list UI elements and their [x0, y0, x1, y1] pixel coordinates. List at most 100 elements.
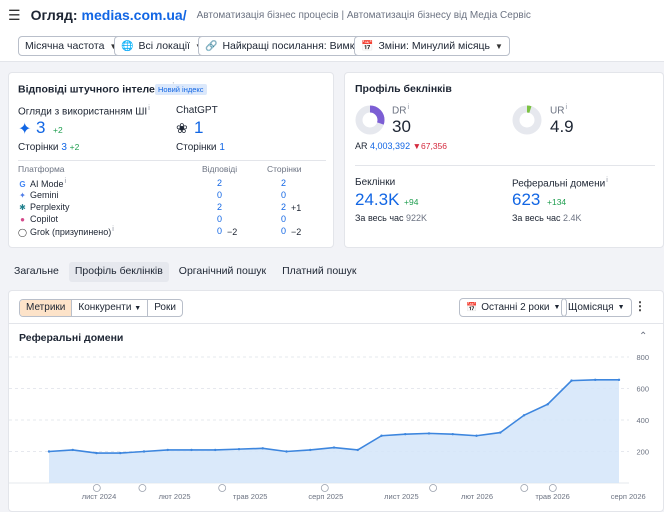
segment-metrics[interactable]: Метрики — [20, 300, 73, 316]
chatgpt-pages: Сторінки 1 — [176, 142, 225, 153]
chatgpt-pages-value[interactable]: 1 — [219, 142, 225, 153]
refdomains-value[interactable]: 623 — [512, 190, 540, 210]
pages-value[interactable]: 0 — [281, 214, 286, 224]
chevron-down-icon: ▼ — [134, 305, 142, 312]
domain-link[interactable]: medias.com.ua/ — [82, 7, 187, 23]
ai-overview-pages-label: Сторінки — [18, 142, 59, 153]
ai-overview-label-text: Огляди з використанням ШІ — [18, 106, 148, 118]
locations-dropdown[interactable]: 🌐Всі локації▼ — [114, 36, 210, 56]
menu-icon[interactable]: ☰ — [8, 7, 21, 24]
page-subtitle: Автоматизація бізнес процесів | Автомати… — [196, 9, 531, 21]
tab-organic-search[interactable]: Органічний пошук — [173, 262, 272, 282]
y-tick-label: 800 — [636, 353, 649, 362]
ai-overview-pages-value[interactable]: 3 — [61, 142, 67, 153]
data-point — [356, 448, 359, 452]
answers-value[interactable]: 2 — [217, 178, 222, 188]
series-area — [49, 379, 619, 483]
ai-overview-value[interactable]: 3 — [36, 118, 45, 138]
ai-card-title-text: Відповіді штучного інтелекту — [18, 83, 172, 96]
platform-row: ✱ Perplexity — [18, 202, 70, 212]
platform-row: ◯ Grok (призупинено)i — [18, 226, 114, 237]
calendar-icon: 📅 — [361, 40, 374, 52]
x-tick-label: лют 2025 — [159, 492, 191, 501]
data-point — [617, 378, 621, 382]
info-icon[interactable]: i — [606, 177, 608, 184]
changes-dropdown[interactable]: 📅 Зміни: Минулий місяць ▼ — [354, 36, 510, 56]
pages-value[interactable]: 0 — [281, 190, 286, 200]
chatgpt-value[interactable]: 1 — [194, 118, 203, 138]
backlinks-alltime: За весь час 922K — [355, 213, 427, 223]
x-tick-label: трав 2025 — [233, 492, 268, 501]
ur-label-text: UR — [550, 105, 565, 117]
pages-value[interactable]: 2 — [281, 178, 286, 188]
segment-years[interactable]: Роки — [148, 300, 182, 316]
event-marker-icon — [320, 484, 329, 492]
collapse-icon[interactable]: ⌃ — [639, 331, 647, 342]
platform-name: Copilot — [30, 214, 59, 224]
backlink-profile-card: Профіль беклінків DRi 30 URi 4.9 AR 4,00… — [344, 72, 664, 248]
tab-paid-search[interactable]: Платний пошук — [276, 262, 362, 282]
refdomains-alltime: За весь час 2.4K — [512, 213, 582, 223]
data-point — [261, 447, 264, 450]
ai-overview-delta: +2 — [53, 125, 63, 135]
new-index-badge: Новий індекс — [155, 84, 207, 95]
date-range-dropdown[interactable]: 📅 Останні 2 роки ▼ — [459, 298, 568, 317]
more-options-icon[interactable]: ⋮ — [634, 299, 646, 313]
y-tick-label: 200 — [636, 448, 649, 457]
info-icon[interactable]: i — [148, 105, 150, 112]
best-links-dropdown[interactable]: 🔗Найкращі посилання: Вимк.▼ — [198, 36, 378, 56]
data-point — [332, 446, 336, 449]
data-point — [166, 448, 169, 452]
perplexity-icon: ✱ — [19, 203, 26, 212]
info-icon[interactable]: i — [112, 226, 114, 233]
platform-name: Grok (призупинено) — [30, 227, 112, 237]
data-point — [47, 450, 51, 453]
dr-label-text: DR — [392, 105, 407, 117]
platform-name: AI Mode — [30, 179, 64, 189]
pages-value[interactable]: 2 — [281, 202, 286, 212]
link-icon: 🔗 — [205, 40, 218, 52]
data-point — [522, 414, 526, 417]
ur-donut-chart — [512, 105, 542, 135]
col-platform: Платформа — [18, 164, 65, 174]
x-tick-label: лют 2026 — [461, 492, 493, 501]
data-point — [570, 379, 573, 382]
answers-value[interactable]: 0 — [217, 226, 222, 236]
refdomains-label-text: Реферальні домени — [512, 178, 606, 190]
data-point — [119, 451, 122, 455]
event-marker-icon — [520, 484, 529, 492]
info-icon[interactable]: i — [565, 104, 567, 111]
data-point — [237, 447, 241, 451]
frequency-dropdown[interactable]: Місячна частота▼ — [18, 36, 125, 56]
segment-competitors[interactable]: Конкуренти ▼ — [72, 300, 149, 316]
data-point — [95, 451, 98, 455]
ar-row: AR 4,003,392 ▼67,356 — [355, 141, 447, 151]
chart-card: Метрики Конкуренти ▼ Роки 📅 Останні 2 рок… — [8, 290, 664, 512]
ur-value: 4.9 — [550, 117, 574, 136]
answers-value[interactable]: 0 — [217, 190, 222, 200]
answers-value[interactable]: 2 — [217, 202, 222, 212]
tab-overview[interactable]: Загальне — [8, 262, 65, 282]
interval-dropdown[interactable]: Щомісяця ▼ — [561, 298, 632, 317]
platform-name: Perplexity — [30, 202, 70, 212]
chatgpt-label: ChatGPT — [176, 105, 218, 116]
info-icon[interactable]: i — [407, 104, 409, 111]
backlinks-value[interactable]: 24.3K — [355, 190, 399, 210]
filter-bar: Місячна частота▼ 🌐 Всі локації ▼ 🔗 Найкращі… — [0, 30, 664, 62]
ai-overview-pages-delta: +2 — [69, 142, 80, 152]
y-tick-label: 600 — [636, 385, 649, 394]
info-icon[interactable]: i — [65, 178, 67, 185]
backlink-card-title: Профіль беклінків — [355, 83, 452, 95]
x-tick-label: серп 2025 — [308, 492, 343, 501]
tab-backlink-profile[interactable]: Профіль беклінків — [68, 262, 169, 282]
event-marker-icon — [429, 484, 438, 492]
platform-row: ✦ Gemini — [18, 190, 58, 200]
ar-value[interactable]: 4,003,392 — [370, 141, 410, 151]
data-point — [309, 448, 312, 452]
refdomains-alltime-value: 2.4K — [563, 213, 582, 223]
data-point — [546, 403, 549, 406]
pages-value[interactable]: 0 — [281, 226, 286, 236]
chatgpt-icon: ❀ — [176, 120, 188, 136]
answers-value[interactable]: 0 — [217, 214, 222, 224]
sparkle-icon: ✦ — [18, 121, 32, 138]
